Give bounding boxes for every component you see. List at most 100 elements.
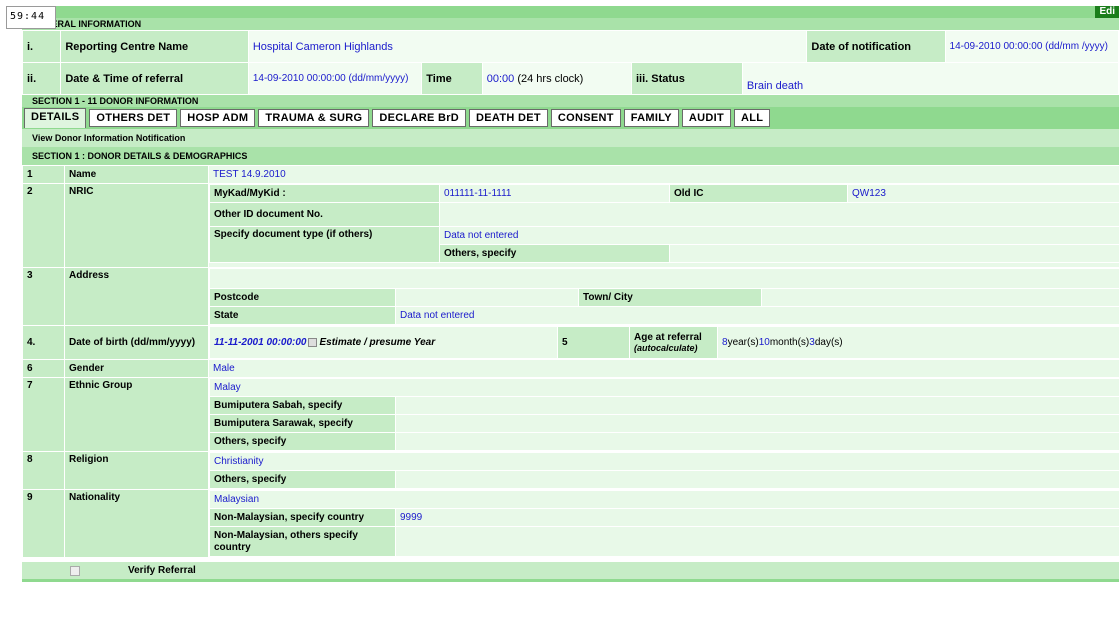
sabah-value (395, 396, 1119, 415)
row-num: 6 (22, 359, 65, 378)
tab-audit[interactable]: AUDIT (681, 109, 731, 127)
religion-others-label: Others, specify (209, 470, 396, 489)
general-info-header: GENERAL INFORMATION (22, 18, 1119, 30)
notif-value: 14-09-2010 00:00:00 (dd/mm /yyyy) (944, 30, 1119, 63)
tab-trauma-surg[interactable]: TRAUMA & SURG (258, 109, 370, 127)
age-label: Age at referral (634, 331, 702, 343)
tab-all[interactable]: ALL (733, 109, 771, 127)
time-suffix: (24 hrs clock) (517, 72, 584, 85)
top-bar: Edi (22, 6, 1119, 18)
religion-inner-table: Christianity Others, specify (209, 452, 1119, 489)
town-value (761, 288, 1119, 307)
age-sub-label: (autocalculate) (634, 342, 698, 353)
sarawak-value (395, 414, 1119, 433)
nonmy-value: 9999 (395, 508, 1119, 527)
referral-value: 14-09-2010 00:00:00 (dd/mm/yyyy) (247, 62, 423, 95)
name-value: TEST 14.9.2010 (208, 165, 1119, 184)
donor-form: Edi GENERAL INFORMATION i. Reporting Cen… (21, 6, 1119, 582)
postcode-value (395, 288, 579, 307)
oldic-label: Old IC (669, 184, 848, 203)
row-num: 3 (22, 267, 65, 326)
time-label: Time (421, 62, 483, 95)
age-days-label: day(s) (814, 337, 843, 348)
row-num: 1 (22, 165, 65, 184)
nric-label: NRIC (64, 183, 209, 268)
centre-label: Reporting Centre Name (60, 30, 249, 63)
row-num: 8 (22, 451, 65, 490)
row-num: 7 (22, 377, 65, 452)
verify-checkbox[interactable] (70, 565, 80, 576)
estimate-checkbox[interactable] (308, 337, 318, 347)
religion-others-value (395, 470, 1119, 489)
address-label: Address (64, 267, 209, 326)
general-info-table: i. Reporting Centre Name Hospital Camero… (21, 30, 1119, 95)
nationality-inner-table: Malaysian Non-Malaysian, specify country… (209, 490, 1119, 557)
dob-value-cell: 11-11-2001 00:00:00 Estimate / presume Ye… (209, 326, 558, 359)
dob-value: 11-11-2001 00:00:00 (214, 337, 307, 348)
state-value: Data not entered (395, 306, 1119, 325)
tab-hosp-adm[interactable]: HOSP ADM (180, 109, 256, 127)
nonmy-others-value (395, 526, 1119, 557)
others-value (669, 244, 1119, 263)
state-label: State (209, 306, 396, 325)
age-value: 8year(s)10month(s)3day(s) (717, 326, 1119, 359)
mykad-value: 011111-11-1111 (439, 184, 670, 203)
time-value: 00:00 (486, 72, 515, 85)
address-value (209, 268, 1119, 289)
ethnic-inner-table: Malay Bumiputera Sabah, specify Bumipute… (209, 378, 1119, 451)
doctype-label: Specify document type (if others) (209, 226, 440, 263)
gender-value: Male (208, 359, 1119, 378)
centre-value: Hospital Cameron Highlands (247, 30, 808, 63)
row-num: 2 (22, 183, 65, 268)
nonmy-others-label: Non-Malaysian, others specify country (209, 526, 396, 557)
nric-block: MyKad/MyKid : 011111-11-1111 Old IC QW12… (208, 183, 1119, 268)
donor-info-header: SECTION 1 - 11 DONOR INFORMATION (22, 95, 1119, 107)
religion-value: Christianity (209, 452, 1119, 471)
nationality-value: Malaysian (209, 490, 1119, 509)
postcode-label: Postcode (209, 288, 396, 307)
status-value: Brain death (741, 62, 1119, 95)
nonmy-label: Non-Malaysian, specify country (209, 508, 396, 527)
sabah-label: Bumiputera Sabah, specify (209, 396, 396, 415)
row-num: i. (21, 30, 62, 63)
tab-family[interactable]: FAMILY (623, 109, 679, 127)
nationality-block: Malaysian Non-Malaysian, specify country… (208, 489, 1119, 558)
ethnic-block: Malay Bumiputera Sabah, specify Bumipute… (208, 377, 1119, 452)
tab-others-det[interactable]: OTHERS DET (89, 109, 178, 127)
age-years-label: year(s) (727, 337, 759, 348)
row-num: 9 (22, 489, 65, 558)
tab-details[interactable]: DETAILS (24, 108, 87, 128)
donor-details-table: 1 Name TEST 14.9.2010 2 NRIC MyKad/MyKid… (22, 165, 1119, 558)
otherid-label: Other ID document No. (209, 202, 440, 227)
tab-death-det[interactable]: DEATH DET (469, 109, 548, 127)
nric-inner-table: MyKad/MyKid : 011111-11-1111 Old IC QW12… (209, 184, 1119, 263)
ethnic-value: Malay (209, 378, 1119, 397)
tab-consent[interactable]: CONSENT (550, 109, 621, 127)
dob-inner-table: 11-11-2001 00:00:00 Estimate / presume Ye… (209, 326, 1119, 359)
verify-row: Verify Referral (22, 562, 1119, 579)
session-timer: 59:44 (6, 6, 56, 29)
view-notification-label: View Donor Information Notification (22, 129, 1119, 147)
ethnic-others-label: Others, specify (209, 432, 396, 451)
dob-block: 11-11-2001 00:00:00 Estimate / presume Ye… (208, 325, 1119, 360)
edit-button[interactable]: Edi (1095, 6, 1119, 18)
religion-block: Christianity Others, specify (208, 451, 1119, 490)
time-cell: 00:00 (24 hrs clock) (481, 62, 632, 95)
age-months: 10 (758, 337, 770, 348)
referral-label: Date & Time of referral (60, 62, 249, 95)
age-months-label: month(s) (769, 337, 810, 348)
religion-label: Religion (64, 451, 209, 490)
ethnic-others-value (395, 432, 1119, 451)
tab-bar: DETAILS OTHERS DET HOSP ADM TRAUMA & SUR… (22, 107, 1119, 129)
age-num: 5 (557, 326, 630, 359)
estimate-label: Estimate / presume Year (319, 337, 436, 348)
mykad-label: MyKad/MyKid : (209, 184, 440, 203)
oldic-value: QW123 (847, 184, 1119, 203)
notif-label: Date of notification (806, 30, 946, 63)
town-label: Town/ City (578, 288, 762, 307)
status-label: iii. Status (630, 62, 743, 95)
tab-declare-brd[interactable]: DECLARE BrD (372, 109, 467, 127)
others-label: Others, specify (439, 244, 670, 263)
row-num: ii. (21, 62, 62, 95)
name-label: Name (64, 165, 209, 184)
